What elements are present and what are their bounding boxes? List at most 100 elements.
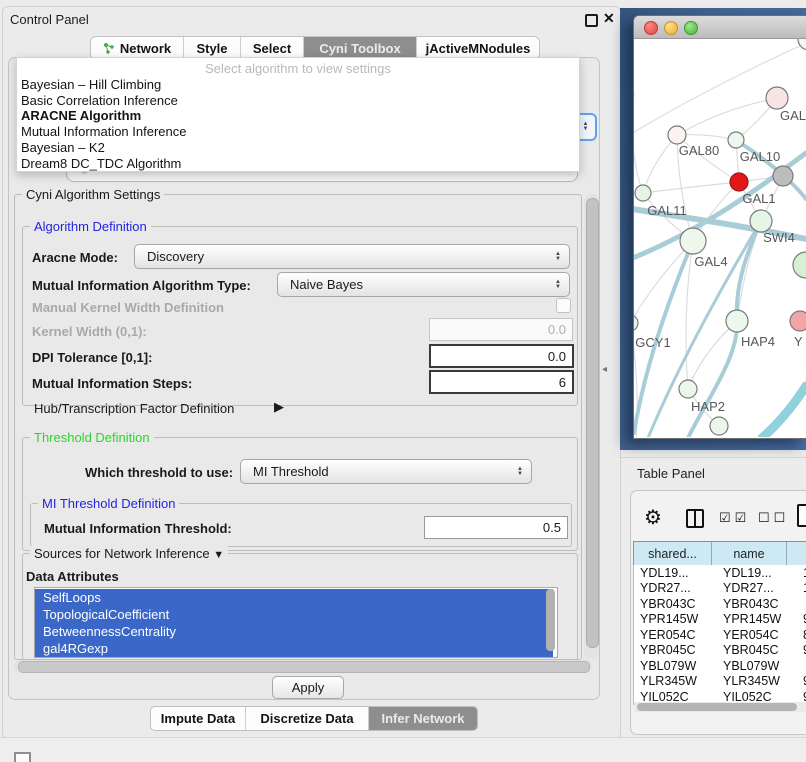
network-window-titlebar[interactable] [634,16,806,39]
stepper-icons: ▲▼ [583,122,589,132]
network-canvas[interactable]: GALGAL80GAL10GAL1GAL11SWI4GAL4GCY1HAP4YH… [634,39,806,437]
table-row[interactable]: YBL079WYBL079W [634,658,806,674]
network-node-green-right[interactable] [793,252,806,278]
which-threshold-combo[interactable]: MI Threshold ▲▼ [240,459,532,484]
table-cell: 13 [797,565,806,581]
network-node-GAL4[interactable] [680,228,706,254]
float-panel-icon[interactable] [585,14,598,27]
zoom-traffic-light[interactable] [684,21,698,35]
table-row[interactable]: YBR045CYBR045C9. [634,643,806,659]
which-threshold-label: Which threshold to use: [85,465,233,480]
settings-vertical-scrollbar-thumb[interactable] [586,198,599,648]
algorithm-popup-placeholder: Select algorithm to view settings [17,61,579,76]
sources-title[interactable]: Sources for Network Inference ▼ [30,546,228,561]
algorithm-option[interactable]: Bayesian – Hill Climbing [21,77,571,92]
close-icon[interactable]: ✕ [603,10,615,27]
aracne-mode-combo[interactable]: Discovery ▲▼ [134,244,570,269]
network-node-HAP4[interactable] [726,310,748,332]
tab-network[interactable]: Network [91,37,183,59]
network-node-GCY1[interactable] [634,315,638,331]
mi-threshold-field[interactable]: 0.5 [424,516,568,539]
which-threshold-value: MI Threshold [241,464,517,479]
hub-definition-label[interactable]: Hub/Transcription Factor Definition [34,401,234,416]
network-node-gray-node[interactable] [773,166,793,186]
network-node-GAL80[interactable] [668,126,686,144]
mi-algorithm-type-value: Naive Bayes [278,277,555,292]
network-node-GAL10[interactable] [728,132,744,148]
data-attribute-item[interactable]: TopologicalCoefficient [35,606,553,623]
data-attributes-scrollbar[interactable] [546,589,555,651]
table-cell: YDR27... [717,581,797,597]
table-cell: YDL19... [634,565,717,581]
data-attribute-item[interactable]: SelfLoops [35,589,553,606]
dpi-tolerance-field[interactable]: 0.0 [429,344,574,368]
network-node-bottom-partial[interactable] [710,417,728,435]
table-row[interactable]: YER054CYER054C8. [634,627,806,643]
network-node-HAP2[interactable] [679,380,697,398]
select-all-columns-icon[interactable]: ☑☑ [719,510,750,526]
kernel-width-field[interactable]: 0.0 [429,318,573,341]
network-node-salmon-node[interactable] [790,311,806,331]
algorithm-option[interactable]: Bayesian – K2 [21,140,571,155]
network-node-gal-partial[interactable] [766,87,788,109]
table-cell: YPR145W [634,612,717,628]
table-horizontal-scrollbar-thumb[interactable] [637,703,797,711]
table-row[interactable]: YBR043CYBR043C [634,596,806,612]
deselect-all-columns-icon[interactable]: ☐☐ [758,510,789,526]
mi-threshold-definition-title: MI Threshold Definition [38,496,179,511]
table-row[interactable]: YPR145WYPR145W9. [634,612,806,628]
table-row[interactable]: YDR27...YDR27...12 [634,581,806,597]
tab-infer-network[interactable]: Infer Network [368,707,477,730]
algorithm-option[interactable]: Dream8 DC_TDC Algorithm [21,156,571,171]
tab-jactivemnodules[interactable]: jActiveMNodules [416,37,539,59]
network-node-partial-top[interactable] [798,39,806,50]
algorithm-option[interactable]: Mutual Information Inference [21,124,571,139]
table-panel-divider [620,457,806,458]
network-node-SWI4[interactable] [750,210,772,232]
export-table-icon[interactable] [797,504,806,527]
data-attribute-item[interactable]: BetweennessCentrality [35,623,553,640]
table-column-header[interactable]: shared... [634,542,712,565]
table-cell: 9. [797,674,806,690]
collapsed-arrow-icon[interactable]: ▶ [274,399,284,415]
table-column-header[interactable]: name [712,542,787,565]
splitter-collapse-icon[interactable]: ◂ [602,364,607,375]
table-cell [797,658,806,674]
manual-kernel-width-checkbox[interactable] [556,298,571,313]
gear-icon[interactable]: ⚙ [644,505,662,530]
settings-horizontal-scrollbar-thumb[interactable] [18,661,590,673]
app-root: Control Panel ✕ Network Style Select Cyn… [0,0,806,762]
network-window: GALGAL80GAL10GAL1GAL11SWI4GAL4GCY1HAP4YH… [633,15,806,439]
tab-discretize-data[interactable]: Discretize Data [245,707,368,730]
network-node-label: SWI4 [763,230,795,245]
table-cell: YLR345W [634,674,717,690]
table-row[interactable]: YLR345WYLR345W9. [634,674,806,690]
close-traffic-light[interactable] [644,21,658,35]
minimize-traffic-light[interactable] [664,21,678,35]
mi-algorithm-type-combo[interactable]: Naive Bayes ▲▼ [277,272,570,297]
column-layout-icon[interactable] [686,509,704,528]
table-cell: YBL079W [717,658,797,674]
table-row[interactable]: YDL19...YDL19...13 [634,565,806,581]
table-cell: YER054C [717,627,797,643]
network-node-label: GCY1 [635,335,670,350]
algorithm-option[interactable]: Basic Correlation Inference [21,93,571,108]
tab-impute-data[interactable]: Impute Data [151,707,245,730]
data-attributes-list[interactable]: SelfLoopsTopologicalCoefficientBetweenne… [34,587,558,658]
tab-style[interactable]: Style [183,37,240,59]
network-edge [686,241,693,389]
tab-select[interactable]: Select [240,37,303,59]
network-node-GAL11[interactable] [635,185,651,201]
dpi-tolerance-label: DPI Tolerance [0,1]: [32,350,152,365]
apply-button[interactable]: Apply [272,676,344,699]
mi-steps-field[interactable]: 6 [429,370,574,394]
network-node-GAL1[interactable] [730,173,748,191]
network-node-label: HAP4 [741,334,775,349]
table-cell: YBL079W [634,658,717,674]
floating-panel-icon[interactable] [14,752,31,762]
data-attribute-item[interactable]: gal4RGexp [35,640,553,657]
tab-cyni-toolbox[interactable]: Cyni Toolbox [303,37,416,59]
algorithm-option[interactable]: ARACNE Algorithm [21,108,571,123]
network-node-label: GAL [780,108,806,123]
table-column-header[interactable]: A [787,542,806,565]
